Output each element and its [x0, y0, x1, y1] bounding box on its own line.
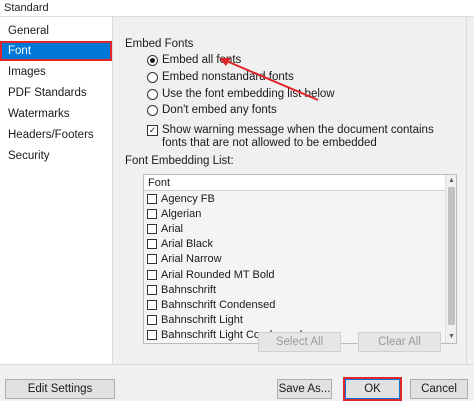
radio-use-embedding-list[interactable]: Use the font embedding list below: [147, 88, 335, 100]
checkbox[interactable]: [147, 239, 157, 250]
font-name: Arial Rounded MT Bold: [161, 268, 275, 281]
sidebar-item-pdf-standards[interactable]: PDF Standards: [0, 83, 112, 103]
radio-embed-all-fonts[interactable]: Embed all fonts: [147, 54, 241, 66]
clear-all-button[interactable]: Clear All: [358, 332, 441, 352]
sidebar-item-headers-footers[interactable]: Headers/Footers: [0, 125, 112, 145]
radio-button[interactable]: [147, 105, 158, 116]
cancel-button[interactable]: Cancel: [410, 379, 468, 399]
list-item[interactable]: Agency FB: [144, 191, 445, 206]
window-edge: [466, 17, 474, 364]
font-embedding-list-title: Font Embedding List:: [125, 155, 234, 167]
checkbox[interactable]: [147, 193, 157, 204]
font-name: Agency FB: [161, 192, 215, 205]
list-item[interactable]: Bahnschrift Light: [144, 313, 445, 328]
radio-dont-embed-fonts[interactable]: Don't embed any fonts: [147, 104, 277, 116]
list-item[interactable]: Arial Narrow: [144, 252, 445, 267]
checkbox[interactable]: [147, 284, 157, 295]
font-name: Arial Black: [161, 238, 213, 251]
list-item[interactable]: Arial Black: [144, 237, 445, 252]
radio-label: Don't embed any fonts: [162, 104, 277, 116]
checkbox[interactable]: [147, 223, 157, 234]
scroll-down-icon[interactable]: ▼: [446, 331, 456, 342]
radio-label: Use the font embedding list below: [162, 88, 335, 100]
radio-button[interactable]: [147, 72, 158, 83]
font-name: Bahnschrift Light: [161, 314, 243, 327]
font-settings-panel: Embed Fonts Embed all fonts Embed nonsta…: [113, 17, 474, 364]
ok-button[interactable]: OK: [343, 377, 402, 401]
font-name: Arial: [161, 222, 184, 235]
edit-settings-button[interactable]: Edit Settings: [5, 379, 115, 399]
window-title: Standard: [4, 2, 49, 14]
font-name: Algerian: [161, 207, 202, 220]
title-bar: Standard: [0, 0, 474, 17]
font-embedding-list[interactable]: Font Agency FB Algerian Arial Arial Blac…: [143, 174, 457, 344]
checkbox[interactable]: [147, 330, 157, 341]
font-list-body: Agency FB Algerian Arial Arial Black Ari…: [144, 191, 445, 343]
checkbox[interactable]: [147, 315, 157, 326]
sidebar-item-general[interactable]: General: [0, 21, 112, 41]
warning-checkbox-row[interactable]: ✓ Show warning message when the document…: [147, 124, 447, 150]
scroll-up-icon[interactable]: ▲: [446, 175, 456, 186]
settings-sidebar: General Font Images PDF Standards Waterm…: [0, 17, 113, 364]
radio-button-checked[interactable]: [147, 55, 158, 66]
radio-label: Embed nonstandard fonts: [162, 71, 294, 83]
select-all-button[interactable]: Select All: [258, 332, 341, 352]
list-item[interactable]: Bahnschrift: [144, 282, 445, 297]
list-item[interactable]: Arial Rounded MT Bold: [144, 267, 445, 282]
checkbox[interactable]: [147, 269, 157, 280]
sidebar-item-watermarks[interactable]: Watermarks: [0, 104, 112, 124]
font-name: Arial Narrow: [161, 253, 222, 266]
font-column-header[interactable]: Font: [144, 175, 445, 191]
sidebar-item-images[interactable]: Images: [0, 62, 112, 82]
list-item[interactable]: Bahnschrift Condensed: [144, 297, 445, 312]
embed-fonts-title: Embed Fonts: [125, 38, 194, 50]
font-name: Bahnschrift Condensed: [161, 298, 276, 311]
list-item[interactable]: Algerian: [144, 206, 445, 221]
sidebar-item-security[interactable]: Security: [0, 146, 112, 166]
dialog-footer: Edit Settings Save As... OK Cancel: [0, 364, 474, 401]
vertical-scrollbar[interactable]: ▲ ▼: [445, 175, 456, 343]
checkbox[interactable]: [147, 299, 157, 310]
radio-button[interactable]: [147, 89, 158, 100]
save-as-button[interactable]: Save As...: [277, 379, 332, 399]
scroll-thumb[interactable]: [448, 187, 455, 325]
list-item[interactable]: Arial: [144, 221, 445, 236]
warning-checkbox-label: Show warning message when the document c…: [162, 124, 434, 149]
checkbox[interactable]: [147, 254, 157, 265]
font-name: Bahnschrift: [161, 283, 217, 296]
radio-embed-nonstandard-fonts[interactable]: Embed nonstandard fonts: [147, 71, 294, 83]
radio-label: Embed all fonts: [162, 54, 242, 66]
sidebar-item-font[interactable]: Font: [0, 41, 112, 61]
checkmark-icon[interactable]: ✓: [147, 125, 158, 136]
checkbox[interactable]: [147, 208, 157, 219]
